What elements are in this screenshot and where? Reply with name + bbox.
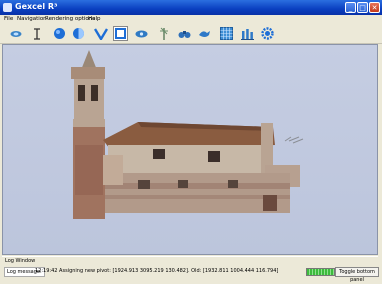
sphere-icon [54, 28, 65, 39]
minimize-button[interactable]: _ [345, 2, 356, 13]
settings-button[interactable] [260, 26, 275, 41]
bars-button[interactable] [240, 26, 255, 41]
box-icon [115, 28, 126, 39]
grid-button[interactable] [219, 26, 234, 41]
close-icon: ✕ [371, 4, 378, 12]
grid-icon [220, 27, 233, 40]
eye-button[interactable] [134, 26, 149, 41]
status-bar: Log message: 12:19:42 Assigning new pivo… [2, 266, 379, 283]
toggle-bottom-panel-button[interactable]: Toggle bottom panel [335, 267, 379, 283]
menu-navigation[interactable]: Navigation [17, 16, 47, 22]
half-sphere-button[interactable] [71, 26, 86, 41]
half-sphere-icon [73, 28, 84, 39]
eye-icon [135, 30, 148, 37]
window-title: Gexcel R³ [15, 2, 58, 11]
sphere-button[interactable] [52, 26, 67, 41]
3d-viewport[interactable] [2, 44, 378, 255]
progress-fill [307, 269, 334, 275]
close-button[interactable]: ✕ [369, 2, 380, 13]
bars-icon [241, 29, 254, 40]
bird-icon [199, 31, 210, 37]
log-message-text: 12:19:42 Assigning new pivot: [1924.913 … [35, 268, 279, 274]
v-shape-button[interactable] [93, 26, 108, 41]
binoculars-button[interactable] [177, 26, 192, 41]
magic-wand-icon [159, 27, 168, 40]
maximize-button[interactable]: □ [357, 2, 368, 13]
progress-bar [306, 268, 335, 276]
menu-bar: File Navigation Rendering options Help [0, 15, 382, 24]
menu-file[interactable]: File [4, 16, 13, 22]
app-icon [3, 3, 12, 12]
binoculars-icon [178, 30, 191, 38]
point-cloud-church-model[interactable] [3, 45, 378, 255]
minimize-icon: _ [348, 4, 353, 12]
log-window-title: Log Window [5, 258, 36, 264]
maximize-icon: □ [359, 4, 366, 12]
pick-point-button[interactable] [29, 26, 44, 41]
title-bar: Gexcel R³ _ □ ✕ [0, 0, 382, 15]
bird-button[interactable] [197, 26, 212, 41]
navigate-icon [10, 30, 21, 37]
pick-point-icon [33, 27, 40, 40]
navigate-button[interactable] [8, 26, 23, 41]
box-button[interactable] [113, 26, 128, 41]
magic-wand-button[interactable] [156, 26, 171, 41]
gear-icon [261, 27, 274, 40]
v-shape-icon [93, 27, 108, 40]
toolbar [0, 24, 382, 44]
menu-help[interactable]: Help [88, 16, 101, 22]
